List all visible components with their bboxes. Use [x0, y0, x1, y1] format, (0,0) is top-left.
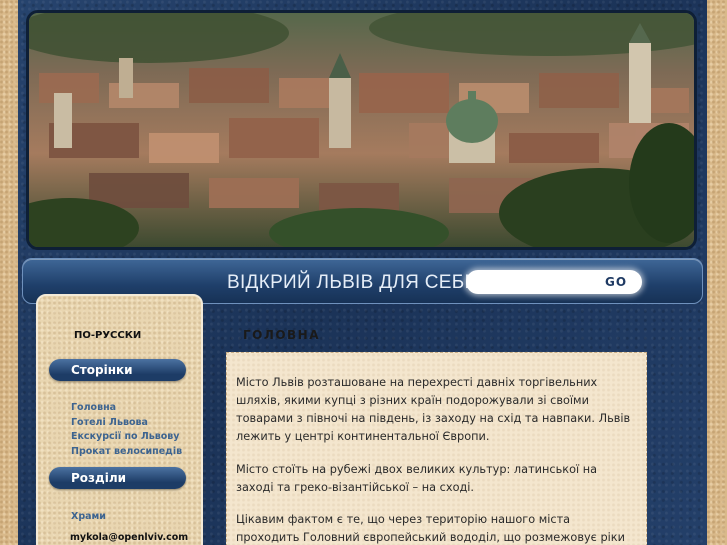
- content-paragraph: Цікавим фактом є те, що через територію …: [236, 513, 625, 544]
- sidebar-heading-pages: Сторінки: [49, 359, 186, 381]
- sidebar-heading-sections: Розділи: [49, 467, 186, 489]
- content-paragraph: Місто стоїть на рубежі двох великих куль…: [236, 463, 598, 494]
- sidebar-link-bike-rental[interactable]: Прокат велосипедів: [71, 446, 182, 457]
- decorative-sand-strip-left: [0, 0, 18, 545]
- decorative-sand-strip-right: [707, 0, 727, 545]
- search-go-button[interactable]: GO: [596, 270, 636, 294]
- language-switch-link[interactable]: ПО-РУССКИ: [74, 330, 141, 341]
- sidebar-item-home: Головна: [71, 395, 182, 413]
- search-form: GO: [466, 270, 642, 294]
- sidebar-item-churches: Храми: [71, 504, 106, 522]
- site-title: ВІДКРИЙ ЛЬВІВ ДЛЯ СЕБЕ: [227, 272, 478, 293]
- search-input[interactable]: [466, 270, 596, 294]
- content-paragraph: Місто Львів розташоване на перехресті да…: [236, 376, 631, 443]
- header-city-photo: [26, 10, 697, 250]
- sidebar-pages-list: Головна Готелі Львова Екскурсії по Львов…: [71, 395, 182, 457]
- sidebar-item-excursions: Екскурсії по Львову: [71, 424, 182, 442]
- sidebar-item-hotels: Готелі Львова: [71, 410, 182, 428]
- sidebar-sections-list: Храми: [71, 504, 106, 522]
- sidebar-link-churches[interactable]: Храми: [71, 511, 106, 522]
- page-title: ГОЛОВНА: [243, 328, 320, 342]
- sidebar-item-bike-rental: Прокат велосипедів: [71, 439, 182, 457]
- contact-email: mykola@openlviv.com: [70, 532, 189, 543]
